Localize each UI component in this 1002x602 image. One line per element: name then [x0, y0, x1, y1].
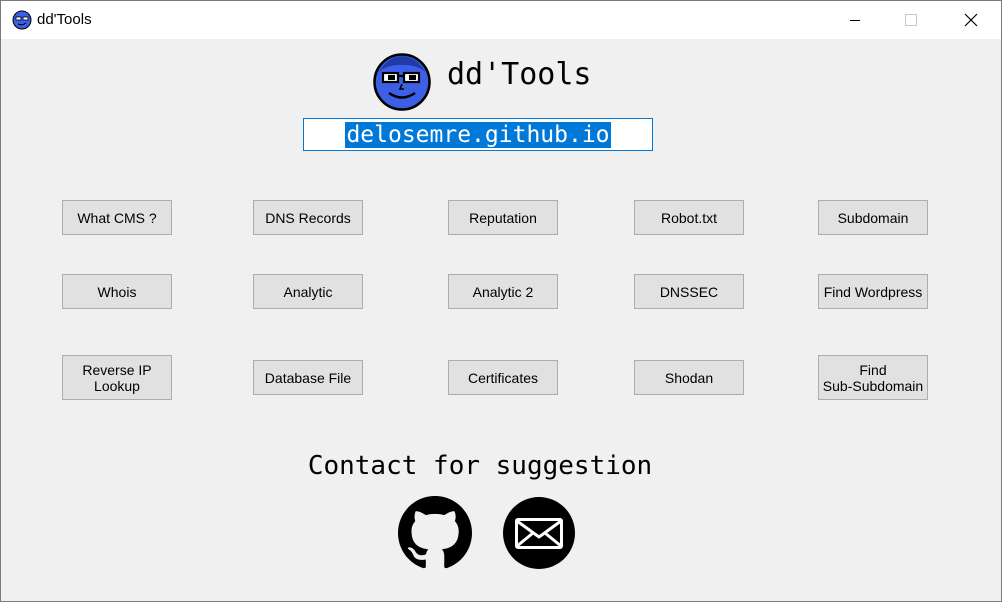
maximize-button[interactable] [883, 1, 939, 39]
title-bar[interactable]: dd'Tools [1, 1, 1001, 39]
close-icon [964, 13, 978, 27]
analytic-2-button[interactable]: Analytic 2 [448, 274, 558, 309]
url-selected-text: delosemre.github.io [345, 121, 611, 148]
minimize-icon [850, 20, 860, 21]
main-content: dd'Tools delosemre.github.io What CMS ? … [1, 39, 1001, 601]
minimize-button[interactable] [827, 1, 883, 39]
app-title: dd'Tools [447, 57, 592, 92]
analytic-button[interactable]: Analytic [253, 274, 363, 309]
find-wordpress-button[interactable]: Find Wordpress [818, 274, 928, 309]
subdomain-button[interactable]: Subdomain [818, 200, 928, 235]
what-cms-button[interactable]: What CMS ? [62, 200, 172, 235]
url-field[interactable]: delosemre.github.io [303, 118, 653, 151]
avatar-logo-icon [373, 53, 431, 111]
maximize-icon [905, 14, 917, 26]
contact-heading: Contact for suggestion [307, 451, 653, 481]
database-file-button[interactable]: Database File [253, 360, 363, 395]
whois-button[interactable]: Whois [62, 274, 172, 309]
close-button[interactable] [943, 1, 999, 39]
dns-records-button[interactable]: DNS Records [253, 200, 363, 235]
app-window: dd'Tools dd'Tools delosemre.github.io Wh… [0, 0, 1002, 602]
mail-icon[interactable] [502, 496, 576, 570]
window-title: dd'Tools [37, 11, 92, 28]
github-icon[interactable] [398, 496, 472, 570]
robot-txt-button[interactable]: Robot.txt [634, 200, 744, 235]
reputation-button[interactable]: Reputation [448, 200, 558, 235]
shodan-button[interactable]: Shodan [634, 360, 744, 395]
app-logo-icon [12, 10, 32, 30]
find-sub-subdomain-button[interactable]: Find Sub-Subdomain [818, 355, 928, 400]
reverse-ip-lookup-button[interactable]: Reverse IP Lookup [62, 355, 172, 400]
dnssec-button[interactable]: DNSSEC [634, 274, 744, 309]
certificates-button[interactable]: Certificates [448, 360, 558, 395]
